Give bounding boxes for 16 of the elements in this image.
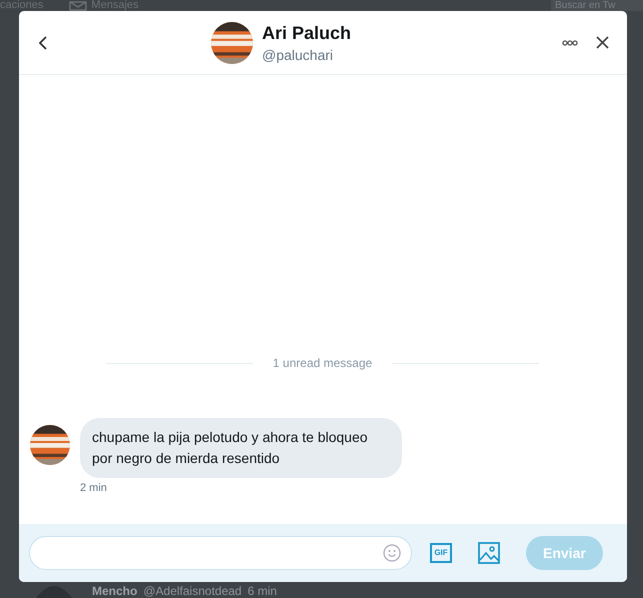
mail-icon[interactable] — [69, 0, 88, 10]
message-time: 2 min — [80, 482, 108, 494]
gif-button[interactable]: GIF — [430, 543, 452, 563]
more-icon[interactable] — [562, 40, 578, 46]
unread-divider-label: 1 unread message — [272, 356, 372, 370]
tweet-time: 6 min — [248, 585, 277, 598]
contact-name: Ari Paluch — [262, 22, 352, 44]
tweet-author: Mencho — [92, 585, 138, 598]
image-icon[interactable] — [478, 542, 500, 564]
message-field[interactable] — [29, 536, 412, 570]
tweet-handle: @Adelfaisnotdead — [143, 585, 242, 598]
emoji-icon[interactable] — [383, 544, 401, 562]
message-bubble: chupame la pija pelotudo y ahora te bloqueo por negro de mierda resentido — [80, 418, 402, 478]
close-icon[interactable] — [596, 36, 609, 49]
back-icon[interactable] — [37, 34, 49, 50]
contact-handle: @paluchari — [262, 46, 334, 62]
